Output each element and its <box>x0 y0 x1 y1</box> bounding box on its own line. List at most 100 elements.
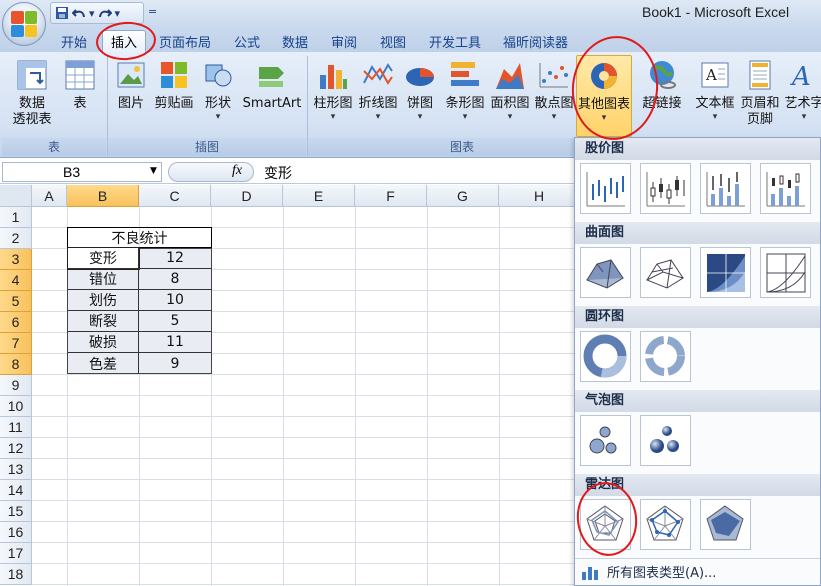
table-cell[interactable]: 色差 <box>68 353 139 374</box>
row-header[interactable]: 9 <box>0 375 32 396</box>
contour-wireframe-chart-option[interactable] <box>760 247 811 298</box>
row-header[interactable]: 12 <box>0 438 32 459</box>
smartart-button[interactable]: SmartArt <box>240 58 304 112</box>
line-chart-button[interactable]: 折线图 ▾ <box>356 58 400 122</box>
table-cell[interactable]: 12 <box>139 248 211 269</box>
name-box-dropdown-icon[interactable]: ▼ <box>150 166 157 176</box>
section-stock-charts: 股价图 <box>575 138 820 160</box>
table-title[interactable]: 不良统计 <box>67 227 212 248</box>
row-header[interactable]: 13 <box>0 459 32 480</box>
exploded-doughnut-chart-option[interactable] <box>640 331 691 382</box>
undo-dropdown-icon[interactable]: ▾ <box>89 7 95 20</box>
undo-icon[interactable] <box>72 6 86 20</box>
row-header[interactable]: 3 <box>0 249 32 270</box>
table-cell[interactable]: 11 <box>139 332 211 353</box>
stock-hlc-chart-option[interactable] <box>580 163 631 214</box>
column-header-g[interactable]: G <box>427 185 499 207</box>
surface-3d-chart-option[interactable] <box>580 247 631 298</box>
column-header-d[interactable]: D <box>211 185 283 207</box>
row-header[interactable]: 6 <box>0 312 32 333</box>
row-header[interactable]: 11 <box>0 417 32 438</box>
row-header[interactable]: 16 <box>0 522 32 543</box>
tab-data[interactable]: 数据 <box>282 30 308 52</box>
column-header-c[interactable]: C <box>139 185 211 207</box>
stock-ohlc-chart-option[interactable] <box>640 163 691 214</box>
column-header-h[interactable]: H <box>499 185 580 207</box>
row-header[interactable]: 1 <box>0 207 32 228</box>
column-header-f[interactable]: F <box>355 185 427 207</box>
table-cell[interactable]: 9 <box>139 353 211 374</box>
filled-radar-chart-option[interactable] <box>700 499 751 550</box>
column-header-b[interactable]: B <box>67 185 139 207</box>
table-cell[interactable]: 划伤 <box>68 290 139 311</box>
pie-chart-icon <box>403 58 437 92</box>
picture-button[interactable]: 图片 <box>113 58 149 112</box>
gridline <box>355 207 356 586</box>
tab-foxit-reader[interactable]: 福昕阅读器 <box>503 30 568 52</box>
tab-developer[interactable]: 开发工具 <box>429 30 481 52</box>
row-header[interactable]: 7 <box>0 333 32 354</box>
column-header-e[interactable]: E <box>283 185 355 207</box>
tab-formulas[interactable]: 公式 <box>234 30 260 52</box>
pivot-table-icon <box>15 58 49 92</box>
stock-volume-hlc-chart-option[interactable] <box>700 163 751 214</box>
header-footer-button[interactable]: 页眉和 页脚 <box>738 58 782 128</box>
table-cell[interactable]: 10 <box>139 290 211 311</box>
bubble-3d-chart-option[interactable] <box>640 415 691 466</box>
table-cell[interactable]: 变形 <box>67 247 140 270</box>
table-cell[interactable]: 断裂 <box>68 311 139 332</box>
gridline <box>499 207 500 586</box>
save-icon[interactable] <box>55 6 69 20</box>
tab-page-layout[interactable]: 页面布局 <box>159 30 211 52</box>
column-chart-icon <box>316 58 350 92</box>
redo-dropdown-icon[interactable]: ▾ <box>115 7 121 20</box>
row-header[interactable]: 8 <box>0 354 32 375</box>
name-box[interactable]: B3 <box>2 162 162 182</box>
textbox-icon: A <box>698 58 732 92</box>
row-header[interactable]: 17 <box>0 543 32 564</box>
bubble-chart-option[interactable] <box>580 415 631 466</box>
all-chart-types-button[interactable]: 所有图表类型(A)... <box>575 558 820 584</box>
row-header[interactable]: 5 <box>0 291 32 312</box>
textbox-button[interactable]: A 文本框 ▾ <box>694 58 736 122</box>
column-header-a[interactable]: A <box>32 185 67 207</box>
table-button[interactable]: 表 <box>60 58 100 112</box>
tab-view[interactable]: 视图 <box>380 30 406 52</box>
select-all-corner[interactable] <box>0 185 32 207</box>
clipart-icon <box>157 58 191 92</box>
row-header[interactable]: 14 <box>0 480 32 501</box>
doughnut-chart-option[interactable] <box>580 331 631 382</box>
clipart-button[interactable]: 剪贴画 <box>152 58 196 112</box>
customize-qat-icon[interactable]: = <box>148 5 157 18</box>
row-header[interactable]: 10 <box>0 396 32 417</box>
scatter-chart-button[interactable]: 散点图 ▾ <box>532 58 576 122</box>
pie-chart-button[interactable]: 饼图 ▾ <box>402 58 438 122</box>
row-header[interactable]: 2 <box>0 228 32 249</box>
table-cell[interactable]: 5 <box>139 311 211 332</box>
pivot-table-button[interactable]: 数据 透视表 <box>6 58 58 128</box>
row-header[interactable]: 18 <box>0 564 32 585</box>
table-cell[interactable]: 错位 <box>68 269 139 290</box>
radar-markers-chart-option[interactable] <box>640 499 691 550</box>
column-chart-button[interactable]: 柱形图 ▾ <box>311 58 355 122</box>
wordart-button[interactable]: A 艺术字 ▾ <box>782 58 821 122</box>
row-header[interactable]: 15 <box>0 501 32 522</box>
table-cell[interactable]: 8 <box>139 269 211 290</box>
contour-chart-option[interactable] <box>700 247 751 298</box>
smartart-icon <box>255 58 289 92</box>
header-footer-icon <box>743 58 777 92</box>
shapes-button[interactable]: 形状 ▾ <box>200 58 236 122</box>
tab-home[interactable]: 开始 <box>61 30 87 52</box>
area-chart-button[interactable]: 面积图 ▾ <box>488 58 532 122</box>
row-header[interactable]: 4 <box>0 270 32 291</box>
insert-function-icon[interactable]: fx <box>232 163 242 179</box>
surface-wireframe-chart-option[interactable] <box>640 247 691 298</box>
stock-volume-ohlc-chart-option[interactable] <box>760 163 811 214</box>
bar-chart-button[interactable]: 条形图 ▾ <box>441 58 489 122</box>
redo-icon[interactable] <box>98 6 112 20</box>
gridline <box>32 563 580 564</box>
table-cell[interactable]: 破损 <box>68 332 139 353</box>
office-button[interactable] <box>2 2 46 46</box>
tab-review[interactable]: 审阅 <box>331 30 357 52</box>
formula-input[interactable]: 变形 <box>264 163 292 183</box>
